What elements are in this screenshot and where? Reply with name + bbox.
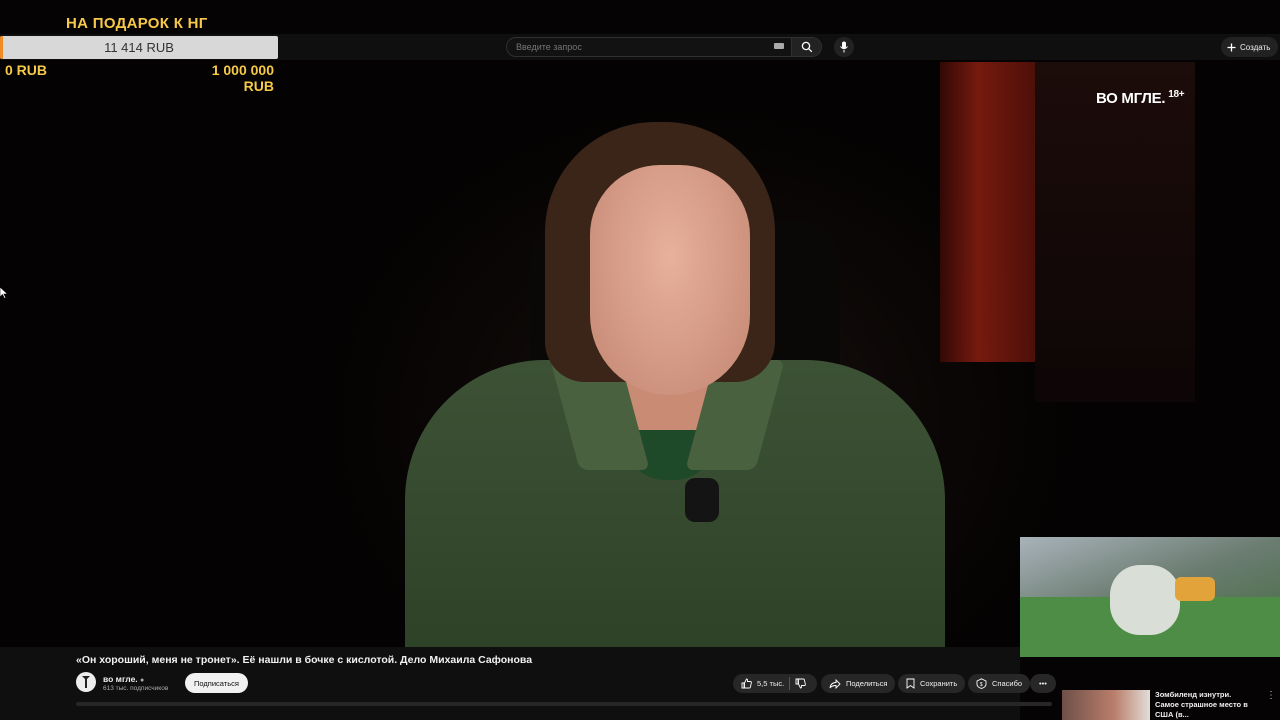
page: Создать ВО МГЛЕ.18+ НА ПОДАРОК К НГ 11 4… (0, 0, 1280, 720)
channel-name[interactable]: во мгле. ● (103, 674, 144, 684)
more-actions-button[interactable]: ••• (1030, 674, 1056, 693)
recommendation-menu-icon[interactable]: ⋮ (1266, 691, 1276, 701)
donation-current: 11 414 RUB (104, 40, 174, 55)
search-box (506, 37, 822, 57)
thumbs-down-icon[interactable] (795, 678, 806, 689)
age-rating: 18+ (1168, 89, 1185, 100)
like-dislike-group: 5,5 тыс. (733, 674, 817, 693)
save-label: Сохранить (920, 679, 958, 688)
subscriber-count: 613 тыс. подписчиков (103, 685, 169, 692)
mic-icon (840, 41, 848, 53)
channel-name-text: во мгле. (103, 674, 138, 684)
recommendation-title[interactable]: Зомбиленд изнутри. Самое страшное место … (1155, 690, 1255, 720)
keyboard-icon[interactable] (774, 43, 784, 49)
plus-icon (1227, 43, 1236, 51)
more-icon: ••• (1039, 679, 1047, 688)
svg-text:$: $ (980, 682, 983, 688)
donation-min: 0 RUB (5, 62, 48, 78)
watermark-text: ВО МГЛЕ. (1096, 90, 1166, 107)
thanks-button[interactable]: $ Спасибо (968, 674, 1031, 693)
channel-avatar[interactable] (76, 672, 96, 692)
donation-max: 1 000 000 RUB (211, 62, 274, 94)
create-button[interactable]: Создать (1221, 37, 1279, 57)
background-curtain (940, 62, 1035, 362)
share-label: Поделиться (846, 679, 888, 688)
share-button[interactable]: Поделиться (821, 674, 896, 693)
like-button[interactable]: 5,5 тыс. (741, 678, 784, 689)
recommendation-thumbnail[interactable] (1062, 690, 1150, 720)
donation-progress-bar: 11 414 RUB (0, 36, 278, 59)
bookmark-icon (906, 678, 915, 689)
mini-player[interactable] (1020, 537, 1280, 657)
donation-title: НА ПОДАРОК К НГ (66, 15, 208, 32)
like-count: 5,5 тыс. (757, 679, 785, 688)
channel-watermark: ВО МГЛЕ. 18+ (1096, 89, 1185, 107)
background-wall (1035, 62, 1195, 402)
search-icon (801, 41, 812, 53)
create-label: Создать (1240, 42, 1271, 52)
like-divider (789, 677, 791, 690)
mini-player-pillow (1175, 577, 1215, 601)
share-icon (829, 678, 841, 689)
video-title: «Он хороший, меня не тронет». Её нашли в… (76, 654, 533, 666)
subscribe-button[interactable]: Подписаться (185, 673, 248, 693)
super-thanks-icon: $ (976, 678, 987, 689)
mini-player-person (1110, 565, 1180, 635)
lapel-mic (685, 478, 719, 522)
voice-search-button[interactable] (834, 37, 854, 57)
save-button[interactable]: Сохранить (898, 674, 966, 693)
search-button[interactable] (792, 37, 822, 57)
comments-divider (76, 702, 1052, 706)
mouse-cursor-icon (0, 287, 8, 299)
avatar-logo-icon (82, 676, 90, 688)
person-face (590, 165, 750, 395)
thanks-label: Спасибо (992, 679, 1023, 688)
verified-icon: ● (140, 677, 145, 684)
search-input[interactable] (506, 37, 792, 57)
thumbs-up-icon (741, 678, 752, 689)
